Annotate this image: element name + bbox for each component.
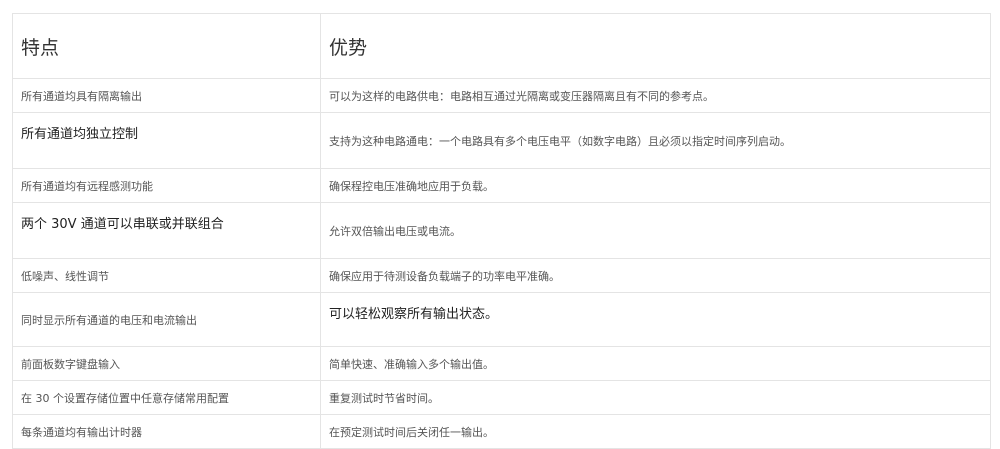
- table-row: 所有通道均独立控制 支持为这种电路通电：一个电路具有多个电压电平（如数字电路）且…: [12, 112, 991, 169]
- table-row: 低噪声、线性调节 确保应用于待测设备负载端子的功率电平准确。: [12, 258, 991, 293]
- benefit-cell: 确保程控电压准确地应用于负载。: [320, 168, 991, 203]
- benefit-cell: 可以轻松观察所有输出状态。: [320, 292, 991, 347]
- feature-cell: 同时显示所有通道的电压和电流输出: [12, 292, 321, 347]
- feature-cell: 在 30 个设置存储位置中任意存储常用配置: [12, 380, 321, 415]
- benefit-cell: 可以为这样的电路供电：电路相互通过光隔离或变压器隔离且有不同的参考点。: [320, 78, 991, 113]
- benefit-cell: 重复测试时节省时间。: [320, 380, 991, 415]
- feature-cell: 低噪声、线性调节: [12, 258, 321, 293]
- benefit-cell: 支持为这种电路通电：一个电路具有多个电压电平（如数字电路）且必须以指定时间序列启…: [320, 112, 991, 169]
- benefit-cell: 简单快速、准确输入多个输出值。: [320, 346, 991, 381]
- feature-cell: 所有通道均有远程感测功能: [12, 168, 321, 203]
- table-row: 在 30 个设置存储位置中任意存储常用配置 重复测试时节省时间。: [12, 380, 991, 415]
- feature-cell: 所有通道均具有隔离输出: [12, 78, 321, 113]
- table-header-row: 特点 优势: [12, 13, 991, 79]
- header-feature: 特点: [12, 13, 321, 79]
- features-table: 特点 优势 所有通道均具有隔离输出 可以为这样的电路供电：电路相互通过光隔离或变…: [12, 13, 991, 449]
- feature-cell: 所有通道均独立控制: [12, 112, 321, 169]
- table-row: 所有通道均具有隔离输出 可以为这样的电路供电：电路相互通过光隔离或变压器隔离且有…: [12, 78, 991, 113]
- table-row: 前面板数字键盘输入 简单快速、准确输入多个输出值。: [12, 346, 991, 381]
- table-row: 所有通道均有远程感测功能 确保程控电压准确地应用于负载。: [12, 168, 991, 203]
- benefit-cell: 确保应用于待测设备负载端子的功率电平准确。: [320, 258, 991, 293]
- benefit-cell: 允许双倍输出电压或电流。: [320, 202, 991, 259]
- table-row: 同时显示所有通道的电压和电流输出 可以轻松观察所有输出状态。: [12, 292, 991, 347]
- feature-cell: 两个 30V 通道可以串联或并联组合: [12, 202, 321, 259]
- features-table-container: 特点 优势 所有通道均具有隔离输出 可以为这样的电路供电：电路相互通过光隔离或变…: [12, 13, 991, 449]
- header-benefit: 优势: [320, 13, 991, 79]
- feature-cell: 前面板数字键盘输入: [12, 346, 321, 381]
- table-row: 两个 30V 通道可以串联或并联组合 允许双倍输出电压或电流。: [12, 202, 991, 259]
